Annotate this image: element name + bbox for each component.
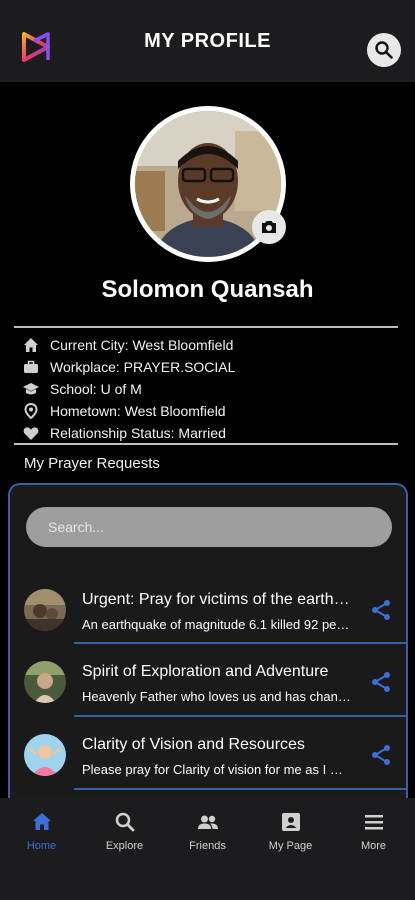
menu-icon xyxy=(364,815,383,830)
request-thumbnail xyxy=(24,734,66,776)
prayer-requests-panel: Urgent: Pray for victims of the earthqua… xyxy=(8,483,408,813)
profile-info-list: Current City: West Bloomfield Workplace:… xyxy=(22,334,235,444)
location-pin-icon xyxy=(22,402,40,420)
info-current-city: Current City: West Bloomfield xyxy=(22,334,235,356)
request-description: Please pray for Clarity of vision for me… xyxy=(82,762,352,777)
section-title: My Prayer Requests xyxy=(24,455,160,472)
share-icon[interactable] xyxy=(370,599,392,621)
list-divider xyxy=(74,642,406,644)
nav-home[interactable]: Home xyxy=(0,798,83,900)
search-button[interactable] xyxy=(367,33,401,67)
request-title: Clarity of Vision and Resources xyxy=(82,736,305,753)
request-title: Urgent: Pray for victims of the earthqua… xyxy=(82,591,352,608)
nav-label: More xyxy=(360,840,387,852)
nav-label: My Page xyxy=(268,840,313,852)
info-label: Current City: West Bloomfield xyxy=(50,337,234,353)
nav-explore[interactable]: Explore xyxy=(83,798,166,900)
share-icon[interactable] xyxy=(370,744,392,766)
list-item[interactable]: Clarity of Vision and Resources Please p… xyxy=(10,718,406,788)
list-item[interactable]: Spirit of Exploration and Adventure Heav… xyxy=(10,645,406,715)
camera-icon xyxy=(262,221,276,233)
change-photo-button[interactable] xyxy=(252,210,286,244)
heart-icon xyxy=(22,424,40,442)
home-icon xyxy=(22,336,40,354)
request-title: Spirit of Exploration and Adventure xyxy=(82,663,329,680)
share-icon[interactable] xyxy=(370,671,392,693)
search-input[interactable] xyxy=(26,507,392,547)
page-title: MY PROFILE xyxy=(144,29,271,52)
nav-friends[interactable]: Friends xyxy=(166,798,249,900)
list-divider xyxy=(74,715,406,717)
info-label: Relationship Status: Married xyxy=(50,425,226,441)
request-description: Heavenly Father who loves us and has cha… xyxy=(82,689,352,704)
briefcase-icon xyxy=(22,358,40,376)
graduation-cap-icon xyxy=(22,380,40,398)
info-school: School: U of M xyxy=(22,378,235,400)
info-label: Hometown: West Bloomfield xyxy=(50,403,226,419)
profile-avatar[interactable] xyxy=(130,106,286,262)
profile-name: Solomon Quansah xyxy=(101,276,314,303)
contact-card-icon xyxy=(281,813,300,831)
request-thumbnail xyxy=(24,661,66,703)
divider xyxy=(14,326,398,328)
info-label: Workplace: PRAYER.SOCIAL xyxy=(50,359,236,375)
info-relationship: Relationship Status: Married xyxy=(22,422,235,444)
app-logo-icon[interactable] xyxy=(20,30,54,64)
nav-label: Home xyxy=(26,840,57,852)
info-workplace: Workplace: PRAYER.SOCIAL xyxy=(22,356,235,378)
request-description: An earthquake of magnitude 6.1 killed 92… xyxy=(82,617,352,632)
app-header: MY PROFILE xyxy=(0,0,415,82)
nav-more[interactable]: More xyxy=(332,798,415,900)
nav-label: Friends xyxy=(189,840,226,852)
info-hometown: Hometown: West Bloomfield xyxy=(22,400,235,422)
list-item[interactable]: Urgent: Pray for victims of the earthqua… xyxy=(10,573,406,643)
bottom-nav: Home Explore Friends My Page More xyxy=(0,798,415,900)
home-icon xyxy=(32,813,51,830)
nav-my-page[interactable]: My Page xyxy=(249,798,332,900)
search-icon xyxy=(375,41,393,59)
friends-icon xyxy=(197,815,218,829)
nav-label: Explore xyxy=(105,840,144,852)
divider xyxy=(14,443,398,445)
list-divider xyxy=(74,788,406,790)
search-icon xyxy=(115,812,134,832)
request-thumbnail xyxy=(24,589,66,631)
info-label: School: U of M xyxy=(50,381,142,397)
